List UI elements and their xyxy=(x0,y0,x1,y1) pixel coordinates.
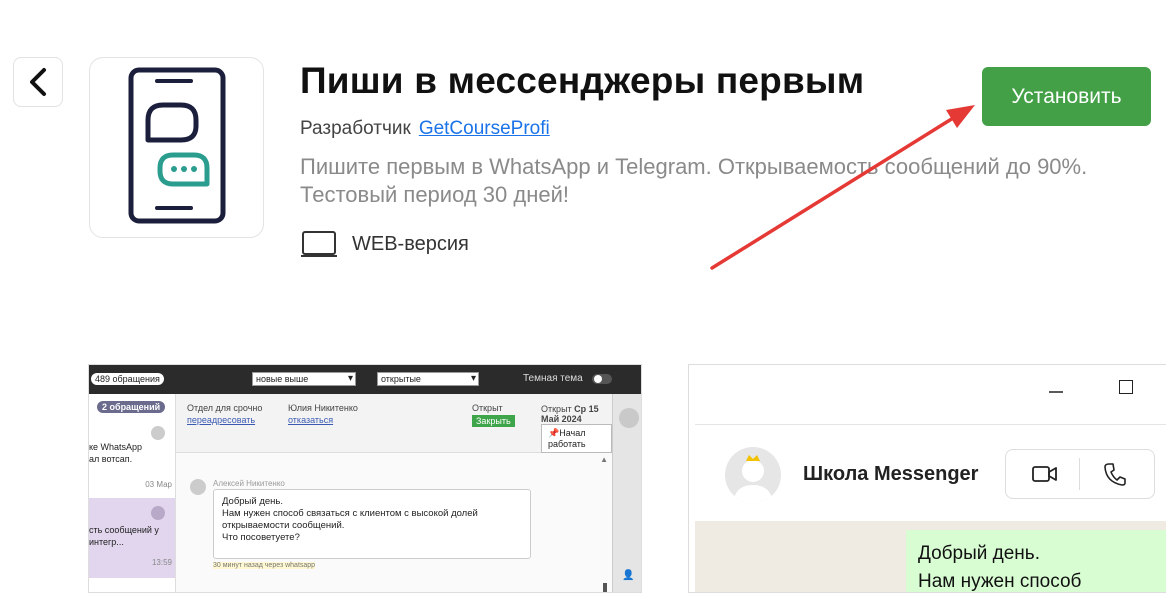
conv-line: интегр... xyxy=(89,537,124,547)
message-bubble: Добрый день. Нам нужен способ связаться … xyxy=(213,489,531,559)
scroll-up-icon[interactable]: ▲ xyxy=(600,455,608,464)
close-ticket-button[interactable]: Закрыть xyxy=(472,415,515,427)
message-line: открываемости сообщений. xyxy=(222,520,345,531)
list-item[interactable]: ке WhatsApp ал вотсап. 03 Мар xyxy=(89,418,175,498)
page-title: Пиши в мессенджеры первым xyxy=(300,60,865,101)
sort-select[interactable]: новые выше xyxy=(252,372,356,386)
conv-line: ке WhatsApp xyxy=(89,442,143,452)
platform-info: WEB-версия xyxy=(300,229,469,259)
phone-chat-icon xyxy=(128,67,226,224)
status-label: Открыт xyxy=(472,403,503,413)
opened-label: Открыт xyxy=(541,404,572,414)
window-titlebar xyxy=(689,365,1166,423)
message-time: 30 минут назад через whatsapp xyxy=(213,562,316,569)
message-line: Добрый день. xyxy=(918,543,1040,564)
user-icon xyxy=(151,506,165,520)
phone-icon[interactable] xyxy=(1104,462,1126,486)
maximize-icon[interactable] xyxy=(1119,380,1133,394)
platform-label: WEB-версия xyxy=(352,232,469,255)
ticket-header: Отдел для срочно переадресовать Юлия Ник… xyxy=(176,394,612,453)
crowned-avatar-icon xyxy=(733,455,773,503)
conv-line: ал вотсап. xyxy=(89,454,133,464)
pin-icon: 📌 xyxy=(548,428,560,438)
person-icon[interactable]: 👤 xyxy=(622,570,634,581)
message-area: Алексей Никитенко Добрый день. Нам нужен… xyxy=(176,453,612,592)
forward-link[interactable]: переадресовать xyxy=(187,415,255,425)
conv-line: сть сообщений у xyxy=(89,525,159,535)
right-panel: 👤 xyxy=(612,394,641,592)
conv-date: 03 Мар xyxy=(145,480,172,489)
assignee-label: Юлия Никитенко xyxy=(288,403,358,413)
chat-header: Школа Messenger xyxy=(695,424,1166,522)
conv-preview: сть сообщений у интегр... xyxy=(89,524,159,548)
message-line: Что посоветуете? xyxy=(222,532,300,543)
message-line: Нам нужен способ связаться с клиентом с … xyxy=(222,508,478,519)
start-work-button[interactable]: 📌Начал работать xyxy=(541,424,612,453)
message-bubble: Добрый день. Нам нужен способ xyxy=(906,530,1166,592)
install-button[interactable]: Установить xyxy=(982,67,1151,126)
app-description: Пишите первым в WhatsApp и Telegram. Отк… xyxy=(300,154,1088,207)
conversation-list: 2 обращений ке WhatsApp ал вотсап. 03 Ма… xyxy=(89,394,176,592)
developer-line: Разработчик GetCourseProfi xyxy=(300,118,550,140)
user-icon xyxy=(619,408,639,428)
avatar xyxy=(725,447,781,503)
dark-theme-toggle[interactable] xyxy=(592,374,612,384)
chat-name: Школа Messenger xyxy=(803,463,979,485)
video-camera-icon[interactable] xyxy=(1032,464,1058,484)
scrollbar[interactable] xyxy=(603,583,607,592)
laptop-icon xyxy=(301,231,337,257)
list-item[interactable]: сть сообщений у интегр... 13:59 xyxy=(89,498,175,578)
screenshot-crm: 489 обращения новые выше открытые Темная… xyxy=(88,364,642,593)
conv-time: 13:59 xyxy=(151,558,172,567)
screenshot-messenger: Школа Messenger Добрый день. Нам нужен с… xyxy=(688,364,1166,593)
divider xyxy=(1079,458,1080,490)
user-icon xyxy=(190,479,206,495)
user-icon xyxy=(151,426,165,440)
chevron-left-icon xyxy=(30,68,46,96)
message-line: Добрый день. xyxy=(222,496,283,507)
dark-theme-label: Темная тема xyxy=(523,373,583,384)
sort-select-value: новые выше xyxy=(256,374,309,384)
message-line: Нам нужен способ xyxy=(918,571,1082,592)
decline-link[interactable]: отказаться xyxy=(288,415,333,425)
status-select-value: открытые xyxy=(381,374,421,384)
call-buttons xyxy=(1005,449,1155,499)
sender-name: Алексей Никитенко xyxy=(213,479,285,488)
app-icon xyxy=(89,57,264,238)
requests-badge: 2 обращений xyxy=(97,401,166,413)
requests-count: 489 обращения xyxy=(91,373,164,385)
developer-link[interactable]: GetCourseProfi xyxy=(419,118,550,139)
minimize-icon[interactable] xyxy=(1049,385,1063,399)
opened-info: Открыт Ср 15 Май 2024 xyxy=(541,404,612,424)
crm-topbar: 489 обращения новые выше открытые Темная… xyxy=(89,365,641,394)
status-select[interactable]: открытые xyxy=(377,372,479,386)
developer-label: Разработчик xyxy=(300,118,411,139)
dept-label: Отдел для срочно xyxy=(187,403,263,413)
conv-preview: ке WhatsApp ал вотсап. xyxy=(89,441,142,465)
back-button[interactable] xyxy=(13,57,63,107)
